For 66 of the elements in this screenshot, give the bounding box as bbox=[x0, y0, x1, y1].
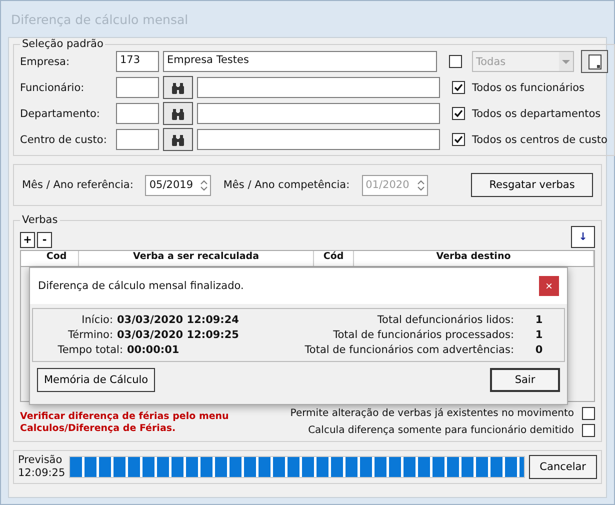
summary-label: Tempo total: bbox=[58, 344, 123, 356]
name-field[interactable]: Empresa Testes bbox=[163, 51, 437, 72]
summary-value: 1 bbox=[534, 314, 544, 326]
checkbox[interactable] bbox=[452, 107, 465, 120]
code-field[interactable] bbox=[116, 77, 159, 98]
binoculars-icon bbox=[171, 134, 185, 146]
cancel-button[interactable]: Cancelar bbox=[528, 455, 597, 479]
search-button[interactable] bbox=[163, 128, 193, 151]
code-field[interactable] bbox=[116, 129, 159, 150]
checkbox[interactable] bbox=[452, 133, 465, 146]
group-legend: Verbas bbox=[20, 214, 60, 226]
calculation-memory-button[interactable]: Memória de Cálculo bbox=[37, 368, 156, 392]
field-label: Funcionário: bbox=[20, 82, 86, 94]
checkbox[interactable] bbox=[582, 424, 595, 437]
name-field[interactable] bbox=[197, 77, 440, 98]
document-icon bbox=[588, 54, 602, 70]
checkbox-label: Todos os departamentos bbox=[472, 108, 601, 120]
binoculars-icon bbox=[171, 82, 185, 94]
checkbox[interactable] bbox=[449, 55, 462, 68]
summary-value: 03/03/2020 12:09:25 bbox=[116, 329, 239, 341]
column-header[interactable]: Verba destino bbox=[354, 251, 594, 266]
name-field[interactable] bbox=[197, 103, 440, 124]
summary-label: Início: bbox=[82, 314, 113, 326]
remove-button[interactable]: - bbox=[37, 232, 52, 248]
option-label: Permite alteração de verbas já existentes no movimento bbox=[290, 408, 574, 419]
summary-value: 03/03/2020 12:09:24 bbox=[116, 314, 239, 326]
field-label: Centro de custo: bbox=[20, 134, 108, 146]
option-label: Calcula diferença somente para funcionário demitido bbox=[308, 425, 574, 436]
summary-label: Total de funcionários processados: bbox=[332, 329, 514, 341]
reference-field[interactable]: 05/2019 bbox=[145, 174, 212, 196]
binoculars-icon bbox=[171, 108, 185, 120]
spinner-arrows-icon[interactable] bbox=[198, 178, 210, 192]
document-button[interactable] bbox=[581, 50, 608, 73]
exit-button[interactable]: Sair bbox=[490, 368, 560, 392]
search-button[interactable] bbox=[163, 76, 193, 99]
checkbox-label: Todos os centros de custo bbox=[472, 134, 608, 146]
name-field[interactable] bbox=[197, 129, 440, 150]
field-label: Empresa: bbox=[20, 56, 71, 68]
group-legend: Seleção padrão bbox=[20, 38, 106, 50]
column-header[interactable]: Cod bbox=[35, 251, 79, 266]
checkbox-label: Todos os funcionários bbox=[472, 82, 585, 94]
code-field[interactable]: 173 bbox=[116, 51, 159, 72]
summary-label: Total defuncionários lidos: bbox=[376, 314, 514, 326]
forecast-time: 12:09:25 bbox=[18, 467, 66, 480]
checkbox[interactable] bbox=[452, 81, 465, 94]
summary-value: 0 bbox=[534, 344, 544, 356]
warning-note: Verificar diferença de férias pelo menu Calculos/Diferença de Férias. bbox=[20, 411, 230, 436]
add-button[interactable]: + bbox=[20, 232, 35, 248]
summary-label: Total de funcionários com advertências: bbox=[304, 344, 514, 356]
field-label: Mês / Ano referência: bbox=[22, 179, 134, 191]
column-header[interactable]: Cód bbox=[314, 251, 354, 266]
close-button[interactable]: × bbox=[539, 276, 559, 296]
checkbox[interactable] bbox=[582, 407, 595, 420]
forecast-label: Previsão bbox=[18, 454, 64, 467]
move-down-button[interactable]: ↓ bbox=[571, 226, 595, 248]
search-button[interactable] bbox=[163, 102, 193, 125]
summary-value: 1 bbox=[534, 329, 544, 341]
column-header[interactable]: Verba a ser recalculada bbox=[79, 251, 314, 266]
field-label: Departamento: bbox=[20, 108, 101, 120]
dialog-title: Diferença de cálculo mensal finalizado. bbox=[38, 280, 244, 292]
retrieve-button[interactable]: Resgatar verbas bbox=[471, 173, 593, 197]
spinner-arrows-icon[interactable] bbox=[414, 178, 427, 192]
summary-label: Término: bbox=[68, 329, 113, 341]
code-field[interactable] bbox=[116, 103, 159, 124]
field-label: Mês / Ano competência: bbox=[223, 179, 350, 191]
summary-value: 00:00:01 bbox=[127, 344, 180, 356]
